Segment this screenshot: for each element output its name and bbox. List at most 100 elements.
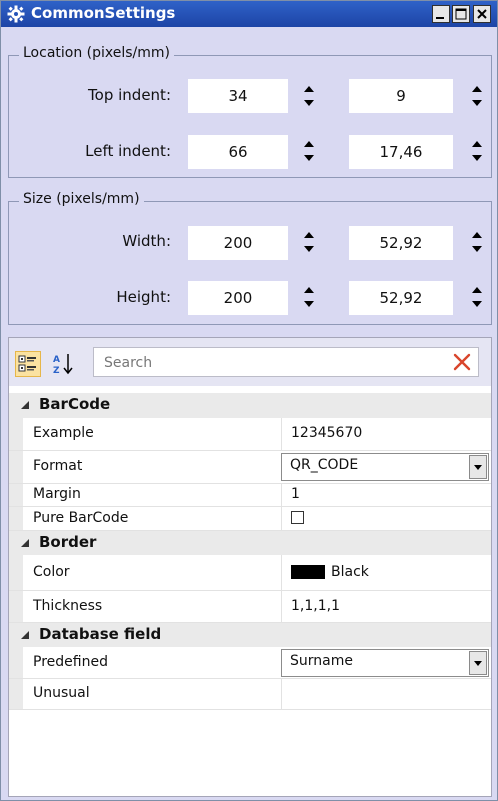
- property-name: Unusual: [33, 685, 90, 701]
- pure-barcode-checkbox[interactable]: [291, 511, 304, 524]
- property-row-color[interactable]: Color Black: [9, 555, 491, 591]
- property-name: Example: [33, 425, 94, 441]
- svg-text:A: A: [53, 355, 60, 365]
- property-name: Margin: [33, 486, 81, 502]
- width-pixels-input[interactable]: 200: [188, 226, 288, 260]
- property-grid-toolbar: A Z: [9, 338, 491, 386]
- spin-up-icon[interactable]: [300, 136, 318, 151]
- categorized-view-button[interactable]: [15, 351, 41, 377]
- left-indent-label: Left indent:: [85, 142, 171, 160]
- maximize-icon: [455, 8, 467, 20]
- category-label: Border: [39, 533, 97, 551]
- collapse-triangle-icon[interactable]: [20, 400, 30, 410]
- property-name: Pure BarCode: [33, 510, 129, 526]
- height-pixels-spinner[interactable]: [300, 282, 318, 312]
- top-indent-label: Top indent:: [88, 86, 171, 104]
- spin-up-icon[interactable]: [468, 227, 486, 242]
- left-indent-pixels-input[interactable]: 66: [188, 135, 288, 169]
- category-database-field[interactable]: Database field: [9, 623, 491, 647]
- property-value[interactable]: 1: [291, 486, 300, 502]
- spin-down-icon[interactable]: [300, 297, 318, 312]
- spin-down-icon[interactable]: [300, 242, 318, 257]
- dropdown-button[interactable]: [469, 455, 487, 479]
- close-button[interactable]: [473, 5, 491, 23]
- collapse-triangle-icon[interactable]: [20, 538, 30, 548]
- format-dropdown[interactable]: QR_CODE: [281, 453, 489, 481]
- left-indent-pixels-spinner[interactable]: [300, 136, 318, 166]
- height-pixels-input[interactable]: 200: [188, 281, 288, 315]
- category-barcode[interactable]: BarCode: [9, 393, 491, 418]
- spin-up-icon[interactable]: [300, 282, 318, 297]
- property-row-example[interactable]: Example 12345670: [9, 418, 491, 451]
- category-label: BarCode: [39, 395, 111, 413]
- top-indent-mm-spinner[interactable]: [468, 81, 486, 111]
- spin-up-icon[interactable]: [300, 81, 318, 96]
- dropdown-button[interactable]: [469, 651, 487, 675]
- clear-search-icon[interactable]: [452, 352, 472, 372]
- property-row-margin[interactable]: Margin 1: [9, 484, 491, 507]
- chevron-down-icon: [474, 465, 482, 470]
- property-value[interactable]: 1,1,1,1: [291, 598, 340, 614]
- property-row-predefined[interactable]: Predefined Surname: [9, 647, 491, 679]
- spin-up-icon[interactable]: [300, 227, 318, 242]
- chevron-down-icon: [474, 661, 482, 666]
- spin-up-icon[interactable]: [468, 81, 486, 96]
- title-bar[interactable]: CommonSettings: [1, 1, 497, 27]
- common-settings-window: CommonSettings Location (pixels/mm) Top …: [0, 0, 498, 801]
- spin-down-icon[interactable]: [468, 297, 486, 312]
- property-row-pure-barcode[interactable]: Pure BarCode: [9, 507, 491, 531]
- property-row-format[interactable]: Format QR_CODE: [9, 451, 491, 484]
- property-row-thickness[interactable]: Thickness 1,1,1,1: [9, 591, 491, 623]
- left-indent-mm-spinner[interactable]: [468, 136, 486, 166]
- property-row-unusual[interactable]: Unusual: [9, 679, 491, 710]
- size-group-label: Size (pixels/mm): [19, 191, 144, 207]
- top-indent-pixels-spinner[interactable]: [300, 81, 318, 111]
- spin-down-icon[interactable]: [300, 151, 318, 166]
- height-mm-spinner[interactable]: [468, 282, 486, 312]
- size-group: Size (pixels/mm) Width: 200 52,92 Height…: [8, 191, 492, 325]
- location-group: Location (pixels/mm) Top indent: 34 9 Le…: [8, 45, 492, 178]
- alphabetical-sort-button[interactable]: A Z: [51, 351, 77, 377]
- height-label: Height:: [116, 288, 171, 306]
- search-box[interactable]: [93, 347, 479, 377]
- categorized-icon: [18, 355, 36, 372]
- collapse-triangle-icon[interactable]: [20, 630, 30, 640]
- spin-down-icon[interactable]: [468, 242, 486, 257]
- width-label: Width:: [122, 232, 171, 250]
- property-value[interactable]: 12345670: [291, 425, 362, 441]
- property-grid: A Z BarCode Example: [8, 337, 492, 797]
- spin-up-icon[interactable]: [468, 282, 486, 297]
- spin-down-icon[interactable]: [468, 151, 486, 166]
- width-pixels-spinner[interactable]: [300, 227, 318, 257]
- color-swatch[interactable]: [291, 565, 325, 579]
- category-label: Database field: [39, 625, 162, 643]
- window-title: CommonSettings: [31, 4, 176, 22]
- width-mm-spinner[interactable]: [468, 227, 486, 257]
- width-mm-input[interactable]: 52,92: [349, 226, 453, 260]
- minimize-icon: [436, 17, 444, 19]
- svg-text:Z: Z: [53, 366, 60, 376]
- left-indent-mm-input[interactable]: 17,46: [349, 135, 453, 169]
- top-indent-pixels-input[interactable]: 34: [188, 79, 288, 113]
- property-name: Predefined: [33, 654, 108, 670]
- maximize-button[interactable]: [452, 5, 470, 23]
- spin-down-icon[interactable]: [300, 96, 318, 111]
- property-value[interactable]: Black: [331, 564, 369, 580]
- property-name: Thickness: [33, 598, 103, 614]
- spin-up-icon[interactable]: [468, 136, 486, 151]
- dropdown-value: QR_CODE: [290, 457, 359, 473]
- height-mm-input[interactable]: 52,92: [349, 281, 453, 315]
- minimize-button[interactable]: [432, 5, 450, 23]
- top-indent-mm-input[interactable]: 9: [349, 79, 453, 113]
- spin-down-icon[interactable]: [468, 96, 486, 111]
- location-group-label: Location (pixels/mm): [19, 45, 175, 61]
- close-icon: [477, 9, 487, 19]
- property-name: Format: [33, 458, 83, 474]
- search-input[interactable]: [102, 351, 426, 375]
- gear-icon: [7, 5, 25, 23]
- property-name: Color: [33, 564, 70, 580]
- dropdown-value: Surname: [290, 653, 353, 669]
- sort-az-icon: A Z: [53, 354, 73, 376]
- predefined-dropdown[interactable]: Surname: [281, 649, 489, 677]
- category-border[interactable]: Border: [9, 531, 491, 555]
